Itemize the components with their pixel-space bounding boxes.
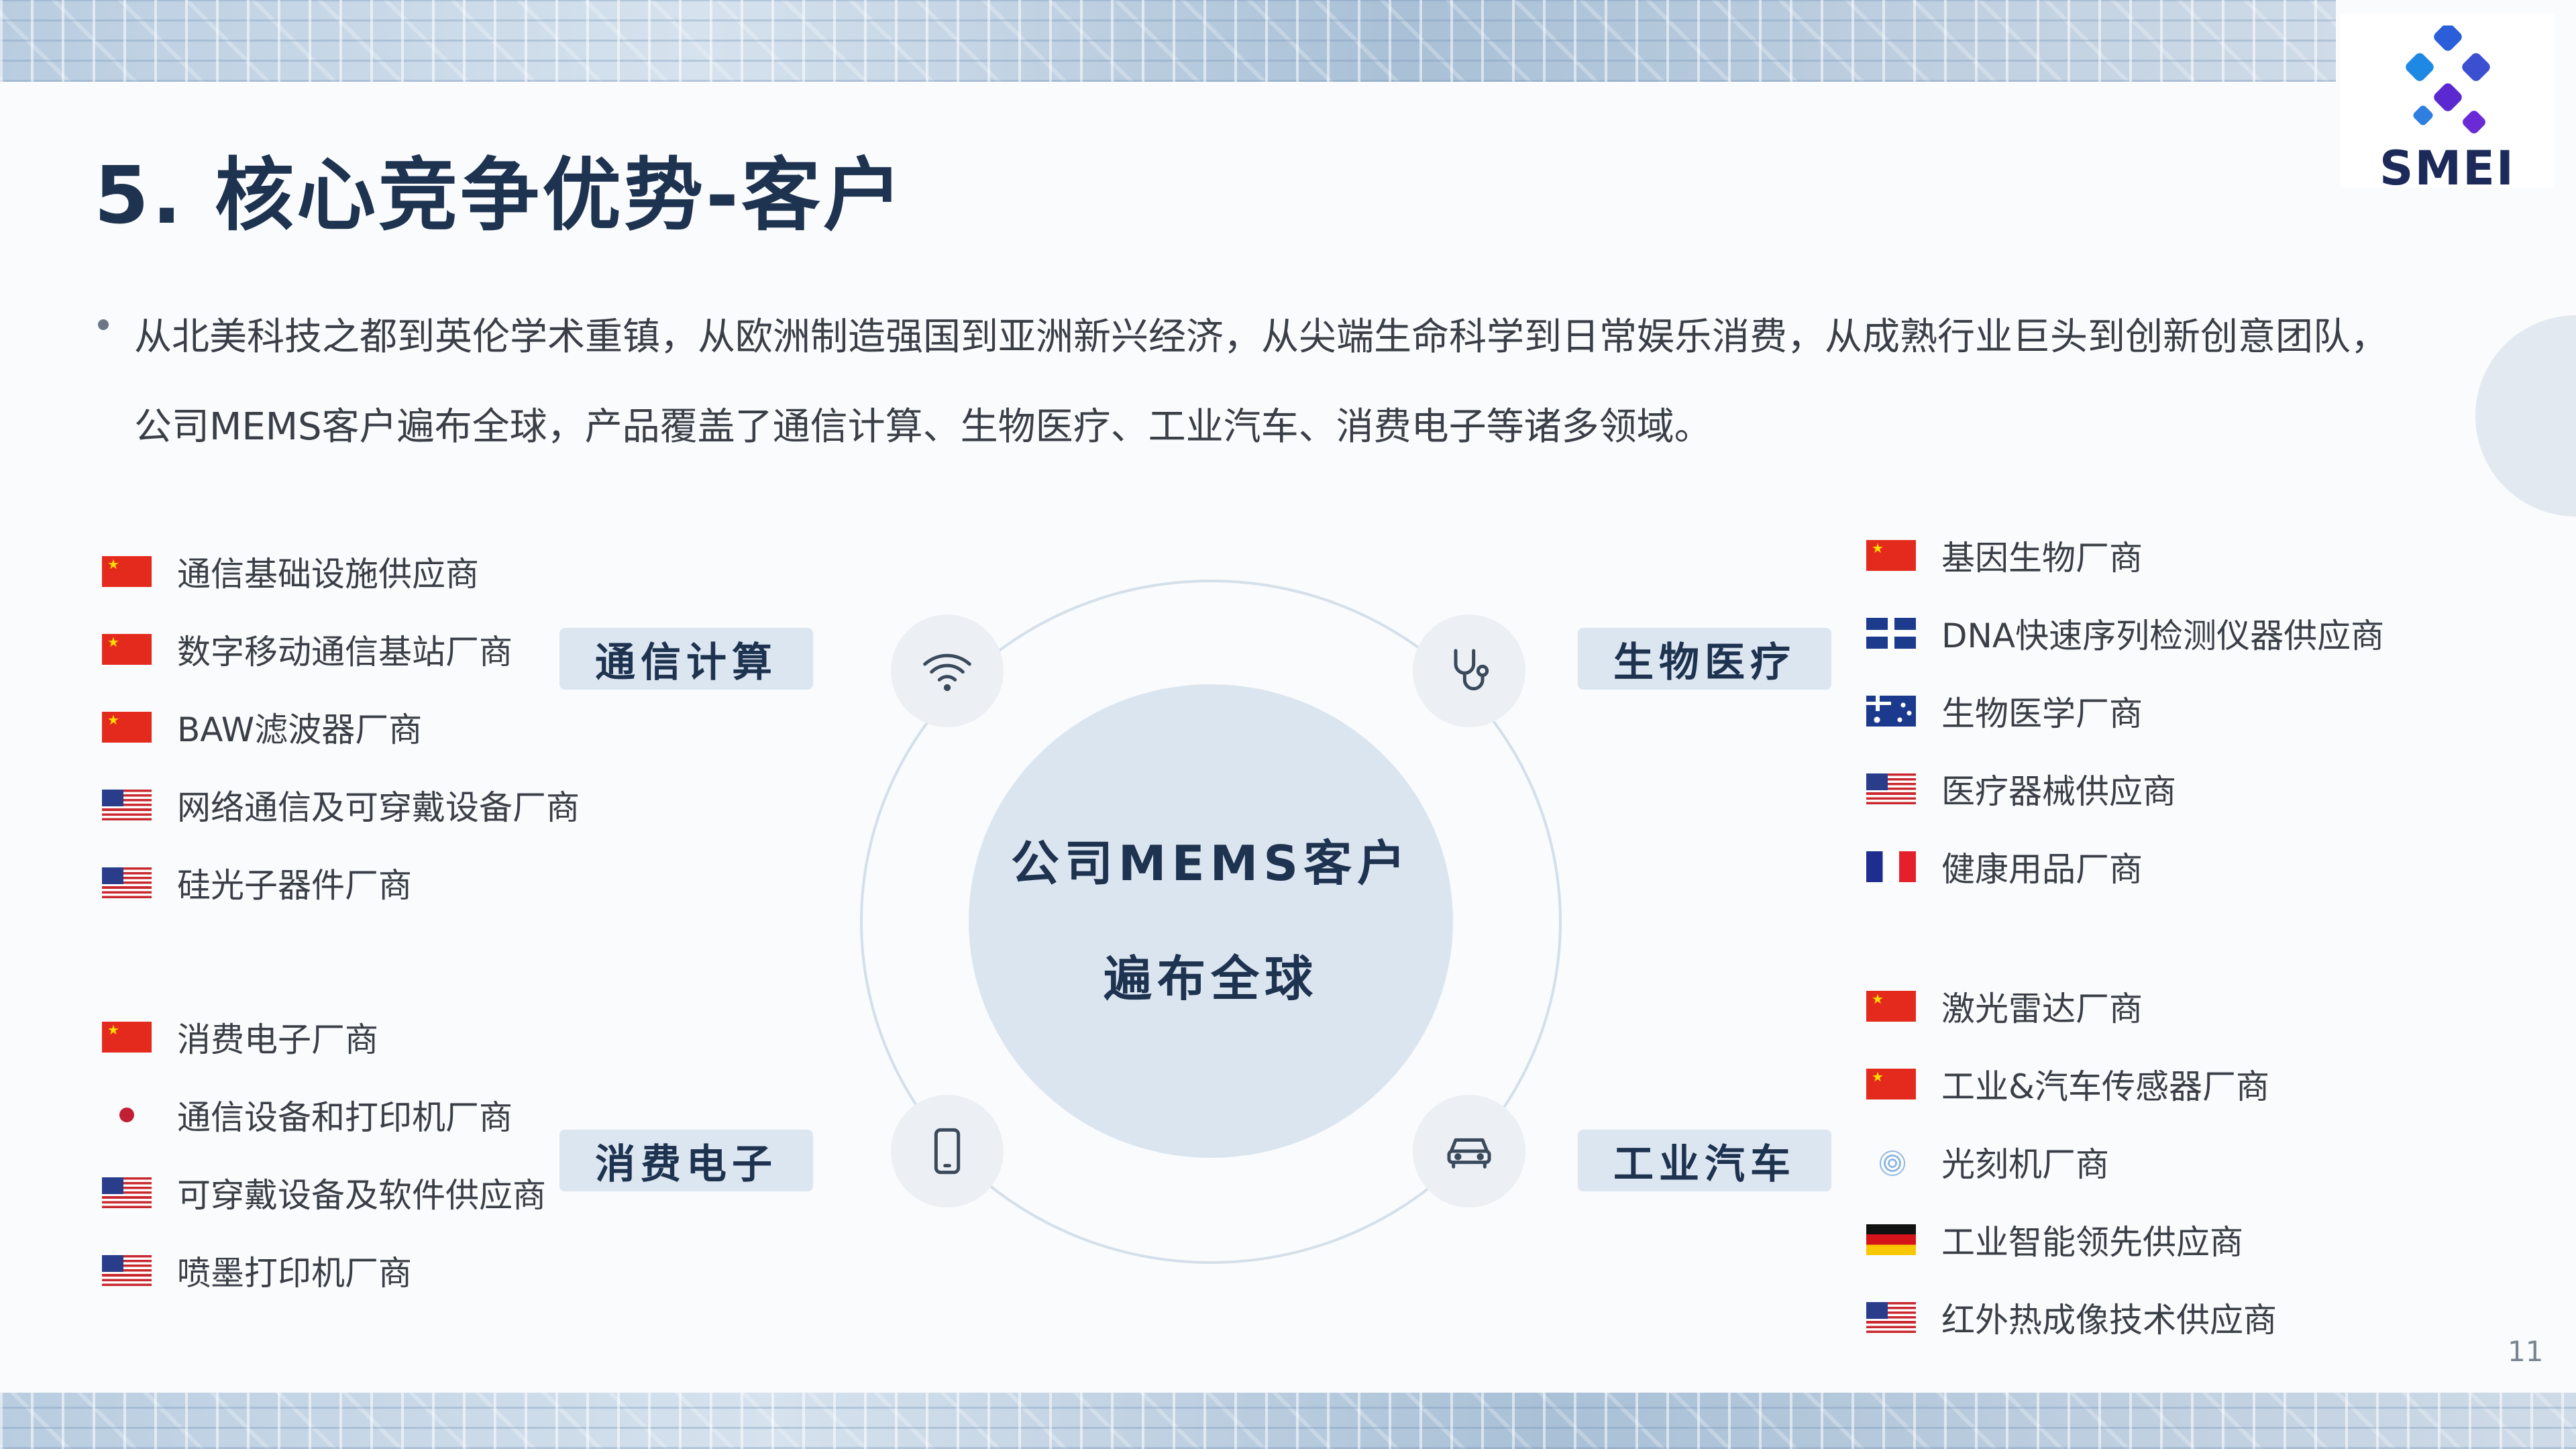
- list-item: 硅光子器件厂商: [102, 859, 412, 907]
- uk-flag-icon: [1866, 618, 1916, 649]
- un-flag-icon: [1866, 1146, 1916, 1177]
- list-item: 喷墨打印机厂商: [102, 1246, 412, 1295]
- list-item: 通信基础设施供应商: [102, 547, 479, 596]
- list-item: 数字移动通信基站厂商: [102, 625, 513, 674]
- logo-mark-icon: [2406, 25, 2490, 133]
- france-flag-icon: [1866, 851, 1916, 882]
- usa-flag-icon: [102, 1255, 152, 1286]
- list-item: 基因生物厂商: [1866, 531, 2143, 580]
- china-flag-icon: [1866, 1069, 1916, 1099]
- circuit-banner-bottom: [0, 1393, 2576, 1449]
- intro-line-2: 公司MEMS客户遍布全球，产品覆盖了通信计算、生物医疗、工业汽车、消费电子等诸多…: [134, 405, 1712, 449]
- center-line-2: 遍布全球: [1103, 951, 1318, 1007]
- list-item: 健康用品厂商: [1866, 843, 2143, 891]
- china-flag-icon: [1866, 540, 1916, 571]
- smartphone-icon: [891, 1095, 1004, 1208]
- china-flag-icon: [102, 556, 152, 587]
- australia-flag-icon: [1866, 696, 1916, 727]
- china-flag-icon: [102, 634, 152, 665]
- page-title: 5. 核心竞争优势-客户: [94, 149, 905, 241]
- car-icon: [1413, 1095, 1525, 1208]
- list-item: 通信设备和打印机厂商: [102, 1091, 513, 1139]
- usa-flag-icon: [102, 1177, 152, 1208]
- usa-flag-icon: [1866, 1302, 1916, 1333]
- list-item: BAW滤波器厂商: [102, 703, 422, 751]
- center-circle: 公司MEMS客户 遍布全球: [969, 684, 1453, 1158]
- circuit-banner-top: [0, 0, 2336, 82]
- china-flag-icon: [102, 1022, 152, 1053]
- list-item: 红外热成像技术供应商: [1866, 1293, 2277, 1342]
- company-logo: SMEI: [2340, 13, 2555, 196]
- category-tag-comm: 通信计算: [559, 628, 813, 690]
- decorative-circle: [2475, 315, 2576, 517]
- page-number: 11: [2508, 1335, 2544, 1368]
- list-item: 医疗器械供应商: [1866, 765, 2176, 813]
- list-item: 可穿戴设备及软件供应商: [102, 1169, 546, 1217]
- center-line-1: 公司MEMS客户: [1010, 835, 1411, 892]
- usa-flag-icon: [102, 867, 152, 898]
- germany-flag-icon: [1866, 1224, 1916, 1255]
- intro-paragraph: 从北美科技之都到英伦学术重镇，从欧洲制造强国到亚洲新兴经济，从尖端生命科学到日常…: [134, 292, 2415, 472]
- intro-line-1: 从北美科技之都到英伦学术重镇，从欧洲制造强国到亚洲新兴经济，从尖端生命科学到日常…: [134, 315, 2388, 359]
- china-flag-icon: [1866, 991, 1916, 1022]
- list-item: 工业智能领先供应商: [1866, 1216, 2243, 1264]
- china-flag-icon: [102, 712, 152, 743]
- list-item: DNA快速序列检测仪器供应商: [1866, 609, 2384, 657]
- category-tag-bio: 生物医疗: [1578, 628, 1831, 690]
- stethoscope-icon: [1413, 614, 1525, 727]
- list-item: 激光雷达厂商: [1866, 982, 2143, 1030]
- usa-flag-icon: [102, 790, 152, 820]
- list-item: 网络通信及可穿戴设备厂商: [102, 781, 580, 829]
- wifi-icon: [891, 614, 1004, 727]
- list-item: 光刻机厂商: [1866, 1138, 2109, 1186]
- list-item: 消费电子厂商: [102, 1013, 378, 1061]
- bullet-icon: [98, 319, 109, 330]
- japan-flag-icon: [102, 1099, 152, 1130]
- category-tag-consumer: 消费电子: [559, 1130, 813, 1191]
- logo-text: SMEI: [2379, 141, 2515, 196]
- list-item: 工业&汽车传感器厂商: [1866, 1060, 2269, 1108]
- category-tag-auto: 工业汽车: [1578, 1130, 1831, 1191]
- list-item: 生物医学厂商: [1866, 687, 2143, 735]
- usa-flag-icon: [1866, 773, 1916, 804]
